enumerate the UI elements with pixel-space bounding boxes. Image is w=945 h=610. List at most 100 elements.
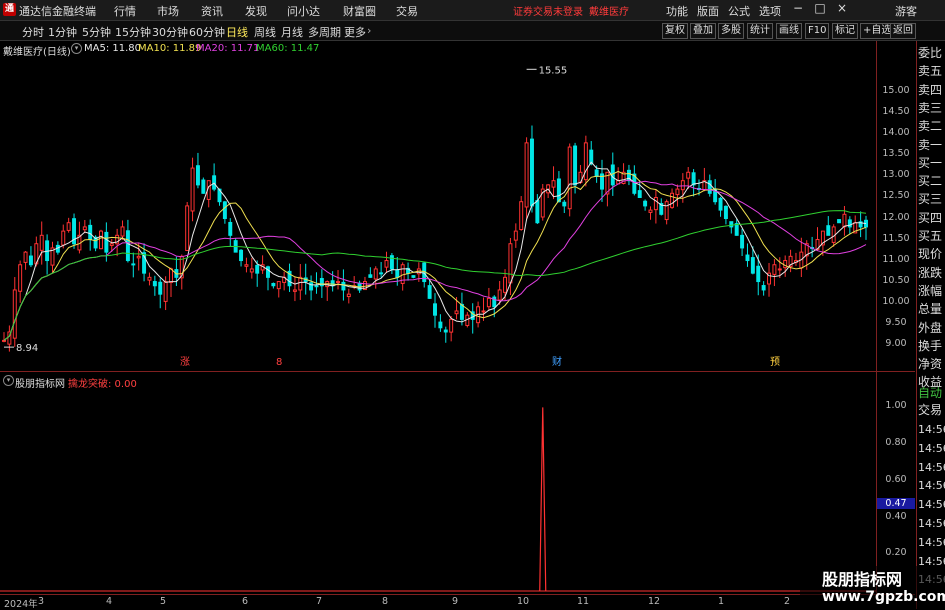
indicator-settings-icon[interactable]: ▾ — [3, 375, 14, 386]
candlestick-chart[interactable]: 15.55 8.94 涨 8 财 预 — [0, 41, 877, 371]
quote-label[interactable]: 净资 — [918, 357, 945, 372]
candle-body — [637, 190, 642, 198]
stock-link[interactable]: 戴维医疗 — [589, 3, 629, 18]
menu-faxian[interactable]: 发现 — [245, 3, 267, 19]
tick-time: 14:56 — [918, 441, 945, 455]
tab-30min[interactable]: 30分钟 — [152, 24, 188, 40]
date-tick-label: 11 — [577, 596, 590, 607]
quote-label[interactable]: 买二 — [918, 174, 945, 189]
watermark-title: 股朋指标网 — [822, 570, 903, 589]
menu-gongneng[interactable]: 功能 — [666, 3, 688, 19]
trade-label[interactable]: 交易 — [918, 403, 945, 418]
tab-60min[interactable]: 60分钟 — [189, 24, 225, 40]
back-button[interactable]: 返回 — [890, 23, 916, 39]
date-tick-label: 3 — [38, 596, 45, 607]
candle-body — [573, 145, 578, 186]
candle-body — [653, 196, 658, 211]
price-tick-label: 9.00 — [885, 337, 907, 349]
quote-label[interactable]: 卖三 — [918, 101, 945, 116]
event-marker[interactable]: 预 — [770, 356, 780, 368]
tab-5min[interactable]: 5分钟 — [82, 24, 111, 40]
quote-label[interactable]: 换手 — [918, 339, 945, 354]
price-tick-label: 12.50 — [882, 190, 910, 202]
candle-body — [691, 172, 696, 186]
menu-jiaoyi[interactable]: 交易 — [396, 3, 418, 19]
event-marker[interactable]: 财 — [552, 355, 562, 368]
more-chevron-icon[interactable]: › — [367, 24, 371, 37]
tab-fenshi[interactable]: 分时 — [22, 24, 44, 40]
close-icon[interactable]: × — [831, 1, 853, 15]
quote-label[interactable]: 现价 — [918, 247, 945, 262]
quote-label[interactable]: 买三 — [918, 192, 945, 207]
quote-label[interactable]: 买四 — [918, 211, 945, 226]
quote-label[interactable]: 买一 — [918, 156, 945, 171]
settings-icon[interactable]: ▾ — [71, 43, 82, 54]
tab-yuexian[interactable]: 月线 — [281, 24, 303, 40]
candle-body — [443, 329, 448, 333]
quote-label[interactable]: 买五 — [918, 229, 945, 244]
tab-zhouxian[interactable]: 周线 — [254, 24, 276, 40]
candle-body — [481, 310, 486, 313]
candle-body — [222, 201, 227, 220]
quote-label[interactable]: 卖二 — [918, 119, 945, 134]
tab-1min[interactable]: 1分钟 — [48, 24, 77, 40]
quote-label[interactable]: 卖四 — [918, 83, 945, 98]
guest-label[interactable]: 游客 — [895, 3, 917, 19]
candle-body — [23, 251, 28, 263]
menu-xuanxiang[interactable]: 选项 — [759, 3, 781, 19]
f10-button[interactable]: F10 — [805, 23, 830, 39]
candle-body — [433, 303, 437, 316]
event-marker[interactable]: 8 — [276, 357, 282, 368]
candle-body — [686, 171, 691, 179]
candle-body — [567, 146, 572, 210]
quote-label[interactable]: 总量 — [918, 302, 945, 317]
menu-gongshi[interactable]: 公式 — [728, 3, 750, 19]
quote-label[interactable]: 涨幅 — [918, 284, 945, 299]
tab-gengduo[interactable]: 更多 — [344, 24, 366, 40]
quote-label[interactable]: 卖五 — [918, 64, 945, 79]
menu-shichang[interactable]: 市场 — [157, 3, 179, 19]
price-tick-label: 13.00 — [882, 169, 910, 181]
quote-label[interactable]: 涨跌 — [918, 266, 945, 281]
candle-body — [729, 221, 734, 228]
huaxian-button[interactable]: 画线 — [776, 23, 802, 39]
date-tick-label: 2 — [784, 596, 791, 607]
candle-body — [643, 200, 648, 207]
maximize-icon[interactable]: □ — [809, 1, 831, 15]
fuquan-button[interactable]: 复权 — [662, 23, 688, 39]
quote-label[interactable]: 卖一 — [918, 138, 945, 153]
candle-body — [519, 201, 524, 230]
high-price-label: 15.55 — [539, 65, 568, 76]
indicator-chart[interactable] — [0, 373, 877, 595]
price-tick-label: 13.50 — [882, 148, 910, 160]
diejia-button[interactable]: 叠加 — [690, 23, 716, 39]
minimize-icon[interactable]: − — [787, 1, 809, 15]
tab-duozhouqi[interactable]: 多周期 — [308, 24, 341, 40]
tab-15min[interactable]: 15分钟 — [115, 24, 151, 40]
quote-label[interactable]: 外盘 — [918, 321, 945, 336]
candle-body — [826, 225, 831, 236]
quote-label[interactable]: 委比 — [918, 46, 945, 61]
candle-body — [675, 188, 680, 196]
event-marker[interactable]: 涨 — [180, 356, 190, 368]
candle-body — [562, 201, 567, 207]
duogu-button[interactable]: 多股 — [718, 23, 744, 39]
candle-body — [454, 310, 459, 315]
candle-body — [837, 219, 842, 224]
tick-time: 14:56 — [918, 423, 945, 436]
tongji-button[interactable]: 统计 — [747, 23, 773, 39]
menu-banmian[interactable]: 版面 — [697, 3, 719, 19]
menu-wenxiaoda[interactable]: 问小达 — [287, 3, 320, 19]
menu-zixun[interactable]: 资讯 — [201, 3, 223, 19]
candle-body — [524, 142, 529, 208]
auto-label[interactable]: 自动 — [918, 386, 945, 401]
tab-rixian[interactable]: 日线 — [226, 24, 248, 40]
candle-body — [109, 243, 114, 246]
menu-hangqing[interactable]: 行情 — [114, 3, 136, 19]
xaxis-divider — [0, 594, 915, 595]
title-bar: 通 通达信金融终端 行情 市场 资讯 发现 问小达 财富圈 交易 证券交易未登录… — [0, 0, 945, 21]
biaoji-button[interactable]: 标记 — [832, 23, 858, 39]
menu-caifuquan[interactable]: 财富圈 — [343, 3, 376, 19]
candle-body — [244, 264, 249, 267]
login-alert[interactable]: 证券交易未登录 — [513, 3, 583, 18]
